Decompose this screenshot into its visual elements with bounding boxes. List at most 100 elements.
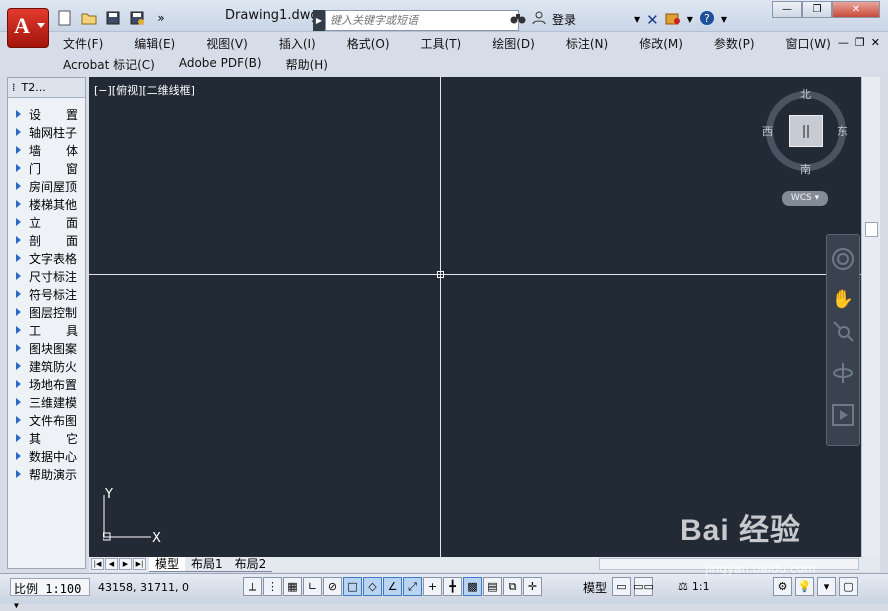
palette-item[interactable]: 门 窗 <box>8 159 85 177</box>
compass-north[interactable]: 北 <box>800 86 811 102</box>
wcs-menu[interactable]: WCS ▾ <box>782 191 828 206</box>
quick-properties-icon[interactable]: ▤ <box>483 577 502 596</box>
new-file-icon[interactable] <box>54 8 76 28</box>
workspace-switch-icon[interactable]: ⚙ <box>773 577 792 596</box>
restore-button[interactable]: ❐ <box>802 1 832 18</box>
quickview-layouts-icon[interactable]: ▭ <box>612 577 631 596</box>
doc-minimize-icon[interactable]: — <box>838 36 849 49</box>
tab-model[interactable]: 模型 <box>149 557 186 572</box>
user-icon[interactable] <box>532 11 546 28</box>
orbit-icon[interactable] <box>831 361 855 385</box>
menu-insert[interactable]: 插入(I) <box>279 35 316 52</box>
polar-tracking-icon[interactable]: ⊘ <box>323 577 342 596</box>
palette-item[interactable]: 文字表格 <box>8 249 85 267</box>
clean-screen-icon[interactable]: ▢ <box>839 577 858 596</box>
3d-object-snap-icon[interactable]: ◇ <box>363 577 382 596</box>
more-tools-icon[interactable]: » <box>150 8 172 28</box>
vertical-scrollbar[interactable] <box>861 77 880 557</box>
steering-wheel-icon[interactable] <box>831 247 855 271</box>
scale-selector[interactable]: 比例 1:100 ▼ <box>10 578 90 610</box>
palette-item[interactable]: 建筑防火 <box>8 357 85 375</box>
palette-item[interactable]: 数据中心 <box>8 447 85 465</box>
ortho-mode-icon[interactable]: ∟ <box>303 577 322 596</box>
palette-item[interactable]: 剖 面 <box>8 231 85 249</box>
palette-item[interactable]: 图块图案 <box>8 339 85 357</box>
palette-item[interactable]: 其 它 <box>8 429 85 447</box>
annotation-monitor-icon[interactable]: ✛ <box>523 577 542 596</box>
quickview-drawings-icon[interactable]: ▭▭ <box>633 577 654 596</box>
zoom-extents-icon[interactable] <box>831 319 855 343</box>
next-tab-icon[interactable]: ▶ <box>119 558 132 570</box>
palette-grip-icon[interactable]: ⁞ <box>12 81 16 94</box>
application-menu-button[interactable]: A <box>7 8 49 48</box>
menu-modify[interactable]: 修改(M) <box>639 35 683 52</box>
help-dropdown-icon[interactable]: ▼ <box>721 15 727 24</box>
palette-item[interactable]: 符号标注 <box>8 285 85 303</box>
palette-item[interactable]: 文件布图 <box>8 411 85 429</box>
menu-help[interactable]: 帮助(H) <box>286 56 328 73</box>
compass-east[interactable]: 东 <box>837 123 848 139</box>
viewcube-top-face[interactable] <box>789 115 823 147</box>
close-button[interactable]: ✕ <box>832 1 880 18</box>
palette-item[interactable]: 帮助演示 <box>8 465 85 483</box>
menu-edit[interactable]: 编辑(E) <box>134 35 175 52</box>
menu-draw[interactable]: 绘图(D) <box>492 35 535 52</box>
tab-layout2[interactable]: 布局2 <box>228 557 273 572</box>
open-folder-icon[interactable] <box>78 8 100 28</box>
menu-acrobat-markup[interactable]: Acrobat 标记(C) <box>63 56 155 73</box>
doc-restore-icon[interactable]: ❐ <box>855 36 865 49</box>
palette-item[interactable]: 尺寸标注 <box>8 267 85 285</box>
grid-display-icon[interactable]: ▦ <box>283 577 302 596</box>
isolate-objects-icon[interactable]: 💡 <box>795 577 814 596</box>
menu-parametric[interactable]: 参数(P) <box>714 35 755 52</box>
drawing-viewport[interactable]: [−][俯视][二维线框] 北 南 东 西 WCS ▾ ✋ Y X <box>89 77 861 557</box>
annotation-scale[interactable]: ⚖ 1:1 <box>678 580 710 593</box>
login-label[interactable]: 登录 <box>552 11 576 28</box>
showmotion-icon[interactable] <box>831 403 855 427</box>
palette-item[interactable]: 三维建模 <box>8 393 85 411</box>
login-dropdown-icon[interactable]: ▼ <box>634 15 640 24</box>
menu-tools[interactable]: 工具(T) <box>421 35 462 52</box>
prev-tab-icon[interactable]: ◀ <box>105 558 118 570</box>
binoculars-icon[interactable] <box>510 11 526 28</box>
help-icon[interactable]: ? <box>699 10 715 29</box>
status-menu-icon[interactable]: ▾ <box>817 577 836 596</box>
menu-file[interactable]: 文件(F) <box>63 35 103 52</box>
menu-dimension[interactable]: 标注(N) <box>566 35 608 52</box>
search-input[interactable] <box>325 10 519 31</box>
exchange-icon[interactable]: ✕ <box>646 11 659 29</box>
tab-layout1[interactable]: 布局1 <box>185 557 229 572</box>
pan-icon[interactable]: ✋ <box>831 289 855 313</box>
save-as-icon[interactable] <box>126 8 148 28</box>
palette-item[interactable]: 房间屋顶 <box>8 177 85 195</box>
app-store-icon[interactable] <box>665 11 681 28</box>
palette-item[interactable]: 立 面 <box>8 213 85 231</box>
save-icon[interactable] <box>102 8 124 28</box>
compass-south[interactable]: 南 <box>800 161 811 177</box>
palette-item[interactable]: 设 置 <box>8 105 85 123</box>
palette-item[interactable]: 工 具 <box>8 321 85 339</box>
dynamic-ucs-icon[interactable]: ⤢ <box>403 577 422 596</box>
object-snap-icon[interactable]: □ <box>343 577 362 596</box>
first-tab-icon[interactable]: |◀ <box>91 558 104 570</box>
doc-close-icon[interactable]: ✕ <box>871 36 880 49</box>
snap-mode-icon[interactable]: ⋮ <box>263 577 282 596</box>
dynamic-input-icon[interactable]: + <box>423 577 442 596</box>
viewport-label[interactable]: [−][俯视][二维线框] <box>94 82 195 98</box>
menu-window[interactable]: 窗口(W) <box>786 35 831 52</box>
selection-cycling-icon[interactable]: ⧉ <box>503 577 522 596</box>
menu-view[interactable]: 视图(V) <box>206 35 248 52</box>
palette-item[interactable]: 场地布置 <box>8 375 85 393</box>
minimize-button[interactable]: — <box>772 1 802 18</box>
transparency-icon[interactable]: ▩ <box>463 577 482 596</box>
last-tab-icon[interactable]: ▶| <box>133 558 146 570</box>
menu-format[interactable]: 格式(O) <box>347 35 390 52</box>
palette-item[interactable]: 楼梯其他 <box>8 195 85 213</box>
menu-adobe-pdf[interactable]: Adobe PDF(B) <box>179 56 262 73</box>
vertical-scroll-thumb[interactable] <box>865 222 878 237</box>
palette-item[interactable]: 墙 体 <box>8 141 85 159</box>
model-space-label[interactable]: 模型 <box>583 579 607 596</box>
compass-west[interactable]: 西 <box>762 123 773 139</box>
store-dropdown-icon[interactable]: ▼ <box>687 15 693 24</box>
palette-item[interactable]: 轴网柱子 <box>8 123 85 141</box>
